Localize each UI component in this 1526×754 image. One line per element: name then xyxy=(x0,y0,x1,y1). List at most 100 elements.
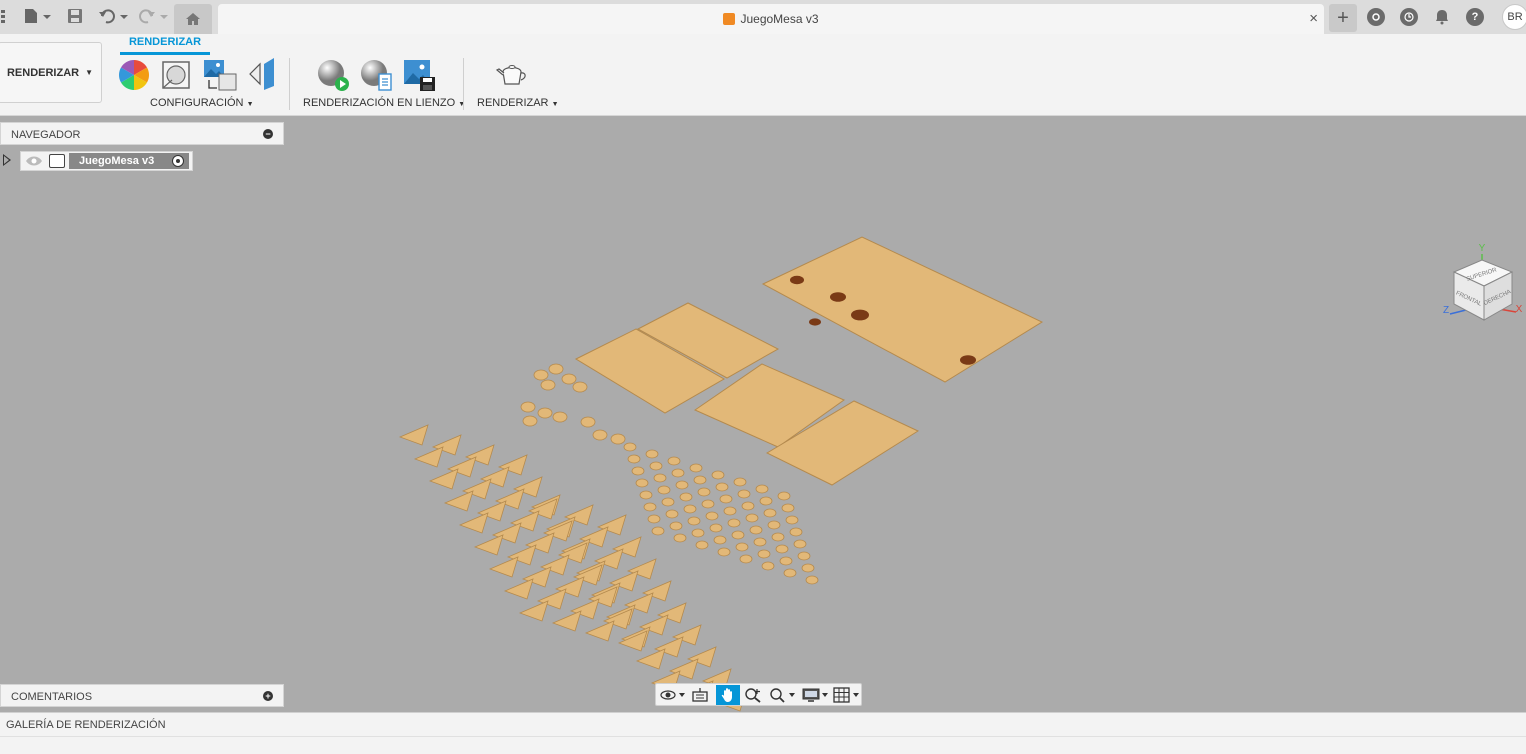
round-token[interactable] xyxy=(753,537,767,547)
visibility-eye-icon[interactable] xyxy=(25,155,43,170)
meeple-token[interactable] xyxy=(533,369,549,381)
round-token[interactable] xyxy=(805,575,819,585)
meeple-token[interactable] xyxy=(520,401,536,413)
help-icon[interactable]: ? xyxy=(1466,8,1484,26)
home-icon[interactable] xyxy=(174,4,212,34)
meeple-token[interactable] xyxy=(522,415,538,427)
meeple-token[interactable] xyxy=(537,407,553,419)
round-token[interactable] xyxy=(737,489,751,499)
round-token[interactable] xyxy=(623,442,637,452)
round-token[interactable] xyxy=(679,492,693,502)
round-token[interactable] xyxy=(775,544,789,554)
browser-panel-header[interactable]: NAVEGADOR − xyxy=(0,122,284,145)
round-token[interactable] xyxy=(653,473,667,483)
viewcube[interactable]: SUPERIOR FRONTAL DERECHA Y Z X xyxy=(1436,242,1526,332)
add-comment-icon[interactable]: + xyxy=(263,691,273,701)
round-token[interactable] xyxy=(671,468,685,478)
round-token[interactable] xyxy=(793,539,807,549)
meeple-token[interactable] xyxy=(561,373,577,385)
notifications-icon[interactable] xyxy=(1433,8,1451,26)
round-token[interactable] xyxy=(777,491,791,501)
round-token[interactable] xyxy=(771,532,785,542)
render-teapot-icon[interactable] xyxy=(495,58,529,92)
round-token[interactable] xyxy=(755,484,769,494)
round-token[interactable] xyxy=(705,511,719,521)
appearance-icon[interactable] xyxy=(117,58,151,92)
round-token[interactable] xyxy=(687,516,701,526)
undo-icon[interactable] xyxy=(98,6,130,26)
triangle-token[interactable] xyxy=(584,620,615,642)
round-token[interactable] xyxy=(759,496,773,506)
round-token[interactable] xyxy=(713,535,727,545)
round-token[interactable] xyxy=(727,518,741,528)
round-token[interactable] xyxy=(739,554,753,564)
round-token[interactable] xyxy=(761,561,775,571)
round-token[interactable] xyxy=(689,463,703,473)
group-configuracion[interactable]: CONFIGURACIÓN ▼ xyxy=(150,97,254,109)
zoom-icon[interactable] xyxy=(742,685,764,705)
round-token[interactable] xyxy=(691,528,705,538)
activate-radio-icon[interactable] xyxy=(172,155,184,167)
round-token[interactable] xyxy=(675,480,689,490)
pan-icon[interactable] xyxy=(716,685,740,705)
user-avatar[interactable]: BR xyxy=(1502,4,1526,30)
meeple-token[interactable] xyxy=(572,381,588,393)
round-token[interactable] xyxy=(731,530,745,540)
round-token[interactable] xyxy=(763,508,777,518)
tab-renderizar[interactable]: RENDERIZAR xyxy=(120,36,210,55)
group-renderizar[interactable]: RENDERIZAR ▼ xyxy=(477,97,559,109)
round-token[interactable] xyxy=(797,551,811,561)
redo-icon[interactable] xyxy=(138,6,170,26)
capture-image-icon[interactable] xyxy=(402,58,436,92)
extensions-icon[interactable] xyxy=(1367,8,1385,26)
group-renderizacion-en-lienzo[interactable]: RENDERIZACIÓN EN LIENZO ▼ xyxy=(303,97,465,109)
board-game-model[interactable] xyxy=(0,117,1526,712)
triangle-token[interactable] xyxy=(503,578,534,600)
round-token[interactable] xyxy=(783,568,797,578)
round-token[interactable] xyxy=(643,502,657,512)
round-token[interactable] xyxy=(693,475,707,485)
fit-icon[interactable] xyxy=(768,685,798,705)
display-settings-icon[interactable] xyxy=(801,685,831,705)
round-token[interactable] xyxy=(723,506,737,516)
round-token[interactable] xyxy=(785,515,799,525)
orbit-icon[interactable] xyxy=(658,685,688,705)
triangle-token[interactable] xyxy=(398,424,429,446)
triangle-token[interactable] xyxy=(518,600,549,622)
new-tab-button[interactable]: + xyxy=(1329,4,1357,32)
triangle-token[interactable] xyxy=(635,648,666,670)
save-icon[interactable] xyxy=(66,6,84,26)
round-token[interactable] xyxy=(789,527,803,537)
round-token[interactable] xyxy=(639,490,653,500)
round-token[interactable] xyxy=(781,503,795,513)
collapse-icon[interactable]: − xyxy=(263,129,273,139)
round-token[interactable] xyxy=(649,461,663,471)
meeple-token[interactable] xyxy=(580,416,596,428)
triangle-token[interactable] xyxy=(413,446,444,468)
round-token[interactable] xyxy=(627,454,641,464)
meeple-token[interactable] xyxy=(548,363,564,375)
triangle-token[interactable] xyxy=(551,610,582,632)
round-token[interactable] xyxy=(673,533,687,543)
round-token[interactable] xyxy=(665,509,679,519)
triangle-token[interactable] xyxy=(473,534,504,556)
round-token[interactable] xyxy=(667,456,681,466)
in-canvas-render-icon[interactable] xyxy=(316,58,350,92)
round-token[interactable] xyxy=(767,520,781,530)
round-token[interactable] xyxy=(717,547,731,557)
round-token[interactable] xyxy=(661,497,675,507)
round-token[interactable] xyxy=(669,521,683,531)
meeple-token[interactable] xyxy=(592,429,608,441)
texture-map-icon[interactable] xyxy=(203,58,237,92)
round-token[interactable] xyxy=(647,514,661,524)
round-token[interactable] xyxy=(683,504,697,514)
in-canvas-settings-icon[interactable] xyxy=(359,58,393,92)
grid-menu-icon[interactable] xyxy=(0,6,8,26)
root-component-label[interactable]: JuegoMesa v3 xyxy=(69,153,189,169)
meeple-token[interactable] xyxy=(540,379,556,391)
triangle-token[interactable] xyxy=(458,512,489,534)
meeple-token[interactable] xyxy=(610,433,626,445)
comments-panel-header[interactable]: COMENTARIOS + xyxy=(0,684,284,707)
round-token[interactable] xyxy=(709,523,723,533)
triangle-token[interactable] xyxy=(428,468,459,490)
